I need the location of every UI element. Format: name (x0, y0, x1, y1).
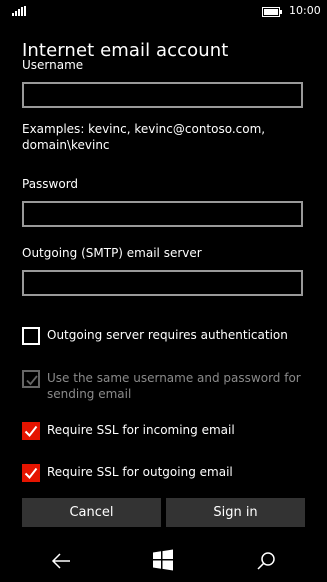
windows-start-icon[interactable] (152, 549, 176, 573)
checkbox-checked-icon[interactable] (22, 464, 40, 482)
username-hint: Examples: kevinc, kevinc@contoso.com, do… (22, 122, 266, 152)
clock: 10:00 (289, 4, 321, 17)
smtp-server-input[interactable] (22, 270, 303, 296)
checkbox-checked-icon[interactable] (22, 422, 40, 440)
username-label: Username (22, 58, 84, 72)
username-input[interactable] (22, 82, 303, 108)
back-icon[interactable] (50, 549, 74, 573)
check-ssl-incoming[interactable]: Require SSL for incoming email (22, 422, 235, 440)
check-same-credentials: Use the same username and password for s… (22, 370, 307, 402)
check-ssl-outgoing-label: Require SSL for outgoing email (47, 465, 233, 479)
password-label: Password (22, 177, 79, 191)
checkbox-unchecked-icon[interactable] (22, 327, 40, 345)
check-ssl-outgoing[interactable]: Require SSL for outgoing email (22, 464, 233, 482)
navigation-bar (0, 541, 327, 582)
check-auth-required-label: Outgoing server requires authentication (47, 328, 288, 342)
check-same-credentials-label: Use the same username and password for s… (47, 371, 301, 401)
password-input[interactable] (22, 201, 303, 227)
battery-icon (262, 7, 282, 17)
check-auth-required[interactable]: Outgoing server requires authentication (22, 327, 288, 345)
sign-in-button[interactable]: Sign in (166, 498, 305, 527)
checkbox-disabled-checked-icon (22, 370, 40, 388)
check-ssl-incoming-label: Require SSL for incoming email (47, 423, 235, 437)
search-icon[interactable] (254, 549, 278, 573)
status-bar: 10:00 (0, 0, 327, 22)
cancel-button[interactable]: Cancel (22, 498, 161, 527)
signal-strength-icon (12, 6, 26, 16)
smtp-server-label: Outgoing (SMTP) email server (22, 246, 202, 260)
